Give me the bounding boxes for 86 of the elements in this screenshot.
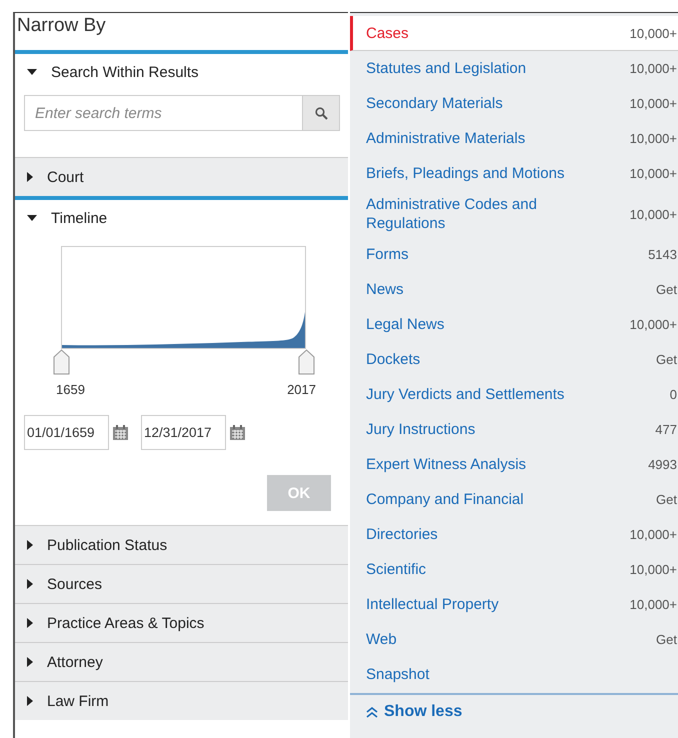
section-header[interactable]: Practice Areas & Topics	[15, 604, 348, 642]
category-item[interactable]: Administrative Codes and Regulations 10,000+	[350, 191, 678, 237]
calendar-icon[interactable]	[229, 424, 246, 441]
category-label: Administrative Materials	[366, 129, 526, 148]
caret-right-icon	[27, 579, 33, 589]
caret-right-icon	[27, 696, 33, 706]
category-label: Administrative Codes and Regulations	[366, 195, 538, 233]
section-header[interactable]: Search Within Results	[15, 54, 348, 90]
result-count: 10,000+	[630, 206, 677, 222]
range-end-label: 2017	[287, 382, 316, 397]
caret-right-icon	[27, 540, 33, 550]
caret-right-icon	[27, 618, 33, 628]
result-count: 10,000+	[630, 597, 677, 612]
result-count: 10,000+	[630, 61, 677, 76]
search-icon	[314, 106, 328, 120]
category-item[interactable]: News Get	[350, 272, 678, 307]
category-item[interactable]: Expert Witness Analysis 4993	[350, 447, 678, 482]
category-label: Secondary Materials	[366, 94, 503, 113]
result-count: 4993	[648, 457, 677, 472]
category-item[interactable]: Web Get	[350, 622, 678, 657]
panel-title: Narrow By	[16, 14, 107, 38]
caret-right-icon	[27, 172, 33, 182]
result-count: 477	[655, 422, 677, 437]
section-header[interactable]: Publication Status	[15, 526, 348, 564]
category-item[interactable]: Jury Verdicts and Settlements 0	[350, 377, 678, 412]
category-item[interactable]: Company and Financial Get	[350, 482, 678, 517]
category-label: Legal News	[366, 315, 444, 334]
category-item[interactable]: Administrative Materials 10,000+	[350, 121, 678, 156]
search-button[interactable]	[302, 95, 340, 131]
date-field[interactable]: 01/01/1659	[24, 415, 109, 450]
category-item[interactable]: Dockets Get	[350, 342, 678, 377]
category-item[interactable]: Intellectual Property 10,000+	[350, 587, 678, 622]
result-count: 10,000+	[630, 166, 677, 181]
category-label: Company and Financial	[366, 490, 524, 509]
category-label: Forms	[366, 245, 408, 264]
category-item[interactable]: Legal News 10,000+	[350, 307, 678, 342]
caret-down-icon	[27, 215, 37, 221]
category-item[interactable]: Jury Instructions 477	[350, 412, 678, 447]
category-label: Cases	[366, 24, 409, 42]
category-item[interactable]: Directories 10,000+	[350, 517, 678, 552]
result-count: 10,000+	[630, 317, 677, 332]
category-label: Statutes and Legislation	[366, 59, 526, 78]
category-item[interactable]: Secondary Materials 10,000+	[350, 86, 678, 121]
result-count: Get	[656, 632, 677, 647]
result-count: 10,000+	[630, 527, 677, 542]
category-label: Dockets	[366, 350, 420, 369]
category-label: Directories	[366, 525, 438, 544]
section-header[interactable]: Court	[15, 158, 348, 196]
section-header[interactable]: Law Firm	[15, 682, 348, 720]
category-label: Snapshot	[366, 665, 430, 684]
show-less-link[interactable]: Show less	[350, 693, 678, 729]
result-count: Get	[656, 352, 677, 367]
result-count: Get	[656, 282, 677, 297]
result-count: 10,000+	[630, 26, 677, 40]
result-count: 0	[670, 387, 677, 402]
category-label: Briefs, Pleadings and Motions	[366, 164, 564, 183]
double-chevron-up-icon	[366, 706, 378, 718]
category-item[interactable]: Forms 5143	[350, 237, 678, 272]
range-start-label: 1659	[56, 382, 85, 397]
result-count: 10,000+	[630, 131, 677, 146]
result-count: 10,000+	[630, 562, 677, 577]
category-label: Jury Verdicts and Settlements	[366, 385, 564, 404]
search-field[interactable]: Enter search terms	[24, 95, 302, 131]
category-label: Intellectual Property	[366, 595, 499, 614]
category-item[interactable]: Scientific 10,000+	[350, 552, 678, 587]
caret-right-icon	[27, 657, 33, 667]
section-header[interactable]: Timeline	[15, 200, 348, 236]
slider-handle[interactable]	[53, 349, 70, 375]
date-field[interactable]: 12/31/2017	[141, 415, 226, 450]
category-label: News	[366, 280, 404, 299]
caret-down-icon	[27, 69, 37, 75]
category-item[interactable]: Briefs, Pleadings and Motions 10,000+	[350, 156, 678, 191]
category-label: Scientific	[366, 560, 426, 579]
result-count: Get	[656, 492, 677, 507]
category-item[interactable]: Statutes and Legislation 10,000+	[350, 51, 678, 86]
category-label: Web	[366, 630, 397, 649]
section-header[interactable]: Sources	[15, 565, 348, 603]
category-label: Jury Instructions	[366, 420, 476, 439]
slider-handle[interactable]	[298, 349, 315, 375]
result-count: 5143	[648, 247, 677, 262]
category-item[interactable]: Snapshot	[350, 657, 678, 692]
result-count: 10,000+	[630, 96, 677, 111]
category-item[interactable]: Cases 10,000+	[350, 16, 678, 51]
section-header[interactable]: Attorney	[15, 643, 348, 681]
category-label: Expert Witness Analysis	[366, 455, 526, 474]
calendar-icon[interactable]	[112, 424, 129, 441]
